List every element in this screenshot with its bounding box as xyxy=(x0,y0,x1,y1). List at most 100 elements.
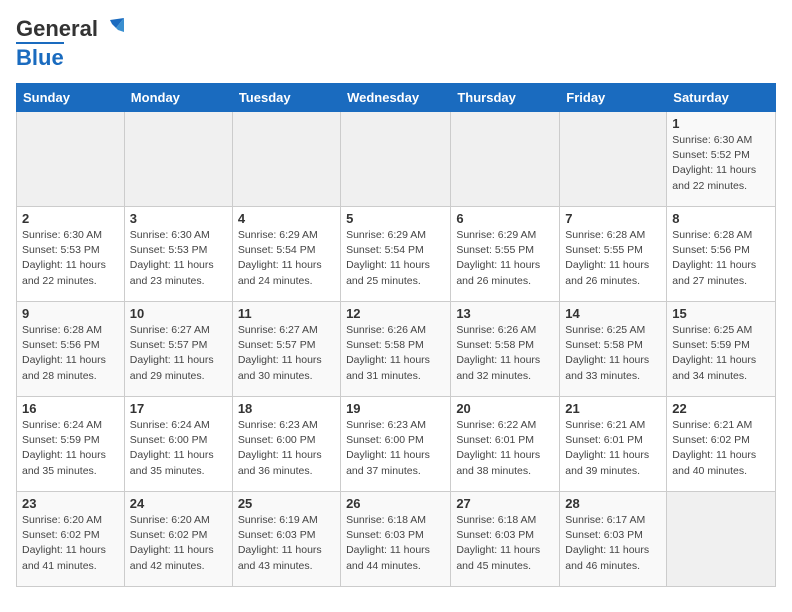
day-number: 2 xyxy=(22,211,119,226)
calendar-cell xyxy=(451,112,560,207)
calendar-header: SundayMondayTuesdayWednesdayThursdayFrid… xyxy=(17,84,776,112)
calendar-cell: 16 Sunrise: 6:24 AM Sunset: 5:59 PM Dayli… xyxy=(17,397,125,492)
calendar-week-2: 9Sunrise: 6:28 AM Sunset: 5:56 PM Daylig… xyxy=(17,302,776,397)
calendar-cell xyxy=(124,112,232,207)
calendar-cell: 5Sunrise: 6:29 AM Sunset: 5:54 PM Daylig… xyxy=(341,207,451,302)
day-number: 26 xyxy=(346,496,445,511)
day-number: 23 xyxy=(22,496,119,511)
calendar-cell: 11 Sunrise: 6:27 AM Sunset: 5:57 PM Dayli… xyxy=(232,302,340,397)
calendar-cell xyxy=(667,492,776,587)
day-number: 4 xyxy=(238,211,335,226)
calendar-cell: 27Sunrise: 6:18 AM Sunset: 6:03 PM Dayli… xyxy=(451,492,560,587)
logo-bird-icon xyxy=(102,18,124,36)
day-number: 15 xyxy=(672,306,770,321)
day-info: Sunrise: 6:21 AM Sunset: 6:01 PM Dayligh… xyxy=(565,418,661,479)
calendar-cell: 26 Sunrise: 6:18 AM Sunset: 6:03 PM Dayli… xyxy=(341,492,451,587)
day-info: Sunrise: 6:28 AM Sunset: 5:56 PM Dayligh… xyxy=(22,323,119,384)
calendar-cell: 1 Sunrise: 6:30 AM Sunset: 5:52 PM Daylig… xyxy=(667,112,776,207)
calendar-cell: 3 Sunrise: 6:30 AM Sunset: 5:53 PM Daylig… xyxy=(124,207,232,302)
day-info: Sunrise: 6:24 AM Sunset: 5:59 PM Dayligh… xyxy=(22,418,119,479)
calendar-cell: 10 Sunrise: 6:27 AM Sunset: 5:57 PM Dayli… xyxy=(124,302,232,397)
day-number: 5 xyxy=(346,211,445,226)
calendar-cell: 25 Sunrise: 6:19 AM Sunset: 6:03 PM Dayli… xyxy=(232,492,340,587)
page-header: General Blue xyxy=(16,16,776,71)
weekday-header-monday: Monday xyxy=(124,84,232,112)
day-info: Sunrise: 6:23 AM Sunset: 6:00 PM Dayligh… xyxy=(238,418,335,479)
calendar-cell: 9Sunrise: 6:28 AM Sunset: 5:56 PM Daylig… xyxy=(17,302,125,397)
day-number: 3 xyxy=(130,211,227,226)
calendar-cell xyxy=(341,112,451,207)
day-info: Sunrise: 6:29 AM Sunset: 5:54 PM Dayligh… xyxy=(238,228,335,289)
day-number: 20 xyxy=(456,401,554,416)
day-number: 22 xyxy=(672,401,770,416)
day-info: Sunrise: 6:25 AM Sunset: 5:59 PM Dayligh… xyxy=(672,323,770,384)
day-info: Sunrise: 6:24 AM Sunset: 6:00 PM Dayligh… xyxy=(130,418,227,479)
day-info: Sunrise: 6:22 AM Sunset: 6:01 PM Dayligh… xyxy=(456,418,554,479)
day-number: 14 xyxy=(565,306,661,321)
day-info: Sunrise: 6:18 AM Sunset: 6:03 PM Dayligh… xyxy=(346,513,445,574)
day-number: 21 xyxy=(565,401,661,416)
weekday-header-friday: Friday xyxy=(560,84,667,112)
calendar-week-4: 23 Sunrise: 6:20 AM Sunset: 6:02 PM Dayli… xyxy=(17,492,776,587)
calendar-week-1: 2 Sunrise: 6:30 AM Sunset: 5:53 PM Daylig… xyxy=(17,207,776,302)
day-number: 1 xyxy=(672,116,770,131)
day-info: Sunrise: 6:28 AM Sunset: 5:55 PM Dayligh… xyxy=(565,228,661,289)
day-number: 8 xyxy=(672,211,770,226)
calendar-cell: 20 Sunrise: 6:22 AM Sunset: 6:01 PM Dayli… xyxy=(451,397,560,492)
calendar-cell: 18 Sunrise: 6:23 AM Sunset: 6:00 PM Dayli… xyxy=(232,397,340,492)
day-info: Sunrise: 6:26 AM Sunset: 5:58 PM Dayligh… xyxy=(346,323,445,384)
day-info: Sunrise: 6:25 AM Sunset: 5:58 PM Dayligh… xyxy=(565,323,661,384)
calendar-cell xyxy=(17,112,125,207)
day-info: Sunrise: 6:28 AM Sunset: 5:56 PM Dayligh… xyxy=(672,228,770,289)
day-info: Sunrise: 6:27 AM Sunset: 5:57 PM Dayligh… xyxy=(130,323,227,384)
calendar-cell: 17Sunrise: 6:24 AM Sunset: 6:00 PM Dayli… xyxy=(124,397,232,492)
day-info: Sunrise: 6:17 AM Sunset: 6:03 PM Dayligh… xyxy=(565,513,661,574)
day-number: 10 xyxy=(130,306,227,321)
calendar-cell: 21 Sunrise: 6:21 AM Sunset: 6:01 PM Dayli… xyxy=(560,397,667,492)
weekday-header-saturday: Saturday xyxy=(667,84,776,112)
day-info: Sunrise: 6:21 AM Sunset: 6:02 PM Dayligh… xyxy=(672,418,770,479)
day-info: Sunrise: 6:30 AM Sunset: 5:52 PM Dayligh… xyxy=(672,133,770,194)
day-number: 25 xyxy=(238,496,335,511)
day-number: 18 xyxy=(238,401,335,416)
calendar-body: 1 Sunrise: 6:30 AM Sunset: 5:52 PM Daylig… xyxy=(17,112,776,587)
calendar-cell: 19Sunrise: 6:23 AM Sunset: 6:00 PM Dayli… xyxy=(341,397,451,492)
calendar-cell: 12 Sunrise: 6:26 AM Sunset: 5:58 PM Dayli… xyxy=(341,302,451,397)
day-number: 19 xyxy=(346,401,445,416)
day-info: Sunrise: 6:29 AM Sunset: 5:55 PM Dayligh… xyxy=(456,228,554,289)
weekday-header-row: SundayMondayTuesdayWednesdayThursdayFrid… xyxy=(17,84,776,112)
calendar-cell: 8 Sunrise: 6:28 AM Sunset: 5:56 PM Daylig… xyxy=(667,207,776,302)
day-info: Sunrise: 6:19 AM Sunset: 6:03 PM Dayligh… xyxy=(238,513,335,574)
day-number: 27 xyxy=(456,496,554,511)
weekday-header-thursday: Thursday xyxy=(451,84,560,112)
day-number: 16 xyxy=(22,401,119,416)
day-number: 13 xyxy=(456,306,554,321)
day-info: Sunrise: 6:30 AM Sunset: 5:53 PM Dayligh… xyxy=(22,228,119,289)
calendar-cell xyxy=(560,112,667,207)
calendar-table: SundayMondayTuesdayWednesdayThursdayFrid… xyxy=(16,83,776,587)
day-info: Sunrise: 6:26 AM Sunset: 5:58 PM Dayligh… xyxy=(456,323,554,384)
logo-blue-text: Blue xyxy=(16,42,64,71)
calendar-cell: 15 Sunrise: 6:25 AM Sunset: 5:59 PM Dayli… xyxy=(667,302,776,397)
calendar-cell: 24Sunrise: 6:20 AM Sunset: 6:02 PM Dayli… xyxy=(124,492,232,587)
day-info: Sunrise: 6:27 AM Sunset: 5:57 PM Dayligh… xyxy=(238,323,335,384)
calendar-cell: 6 Sunrise: 6:29 AM Sunset: 5:55 PM Daylig… xyxy=(451,207,560,302)
calendar-cell: 7 Sunrise: 6:28 AM Sunset: 5:55 PM Daylig… xyxy=(560,207,667,302)
weekday-header-wednesday: Wednesday xyxy=(341,84,451,112)
day-number: 28 xyxy=(565,496,661,511)
day-number: 11 xyxy=(238,306,335,321)
weekday-header-sunday: Sunday xyxy=(17,84,125,112)
calendar-cell xyxy=(232,112,340,207)
day-info: Sunrise: 6:20 AM Sunset: 6:02 PM Dayligh… xyxy=(22,513,119,574)
calendar-cell: 28 Sunrise: 6:17 AM Sunset: 6:03 PM Dayli… xyxy=(560,492,667,587)
weekday-header-tuesday: Tuesday xyxy=(232,84,340,112)
calendar-cell: 23 Sunrise: 6:20 AM Sunset: 6:02 PM Dayli… xyxy=(17,492,125,587)
calendar-week-0: 1 Sunrise: 6:30 AM Sunset: 5:52 PM Daylig… xyxy=(17,112,776,207)
calendar-cell: 4 Sunrise: 6:29 AM Sunset: 5:54 PM Daylig… xyxy=(232,207,340,302)
calendar-cell: 14 Sunrise: 6:25 AM Sunset: 5:58 PM Dayli… xyxy=(560,302,667,397)
day-info: Sunrise: 6:30 AM Sunset: 5:53 PM Dayligh… xyxy=(130,228,227,289)
day-number: 12 xyxy=(346,306,445,321)
day-number: 7 xyxy=(565,211,661,226)
calendar-cell: 2 Sunrise: 6:30 AM Sunset: 5:53 PM Daylig… xyxy=(17,207,125,302)
day-number: 6 xyxy=(456,211,554,226)
